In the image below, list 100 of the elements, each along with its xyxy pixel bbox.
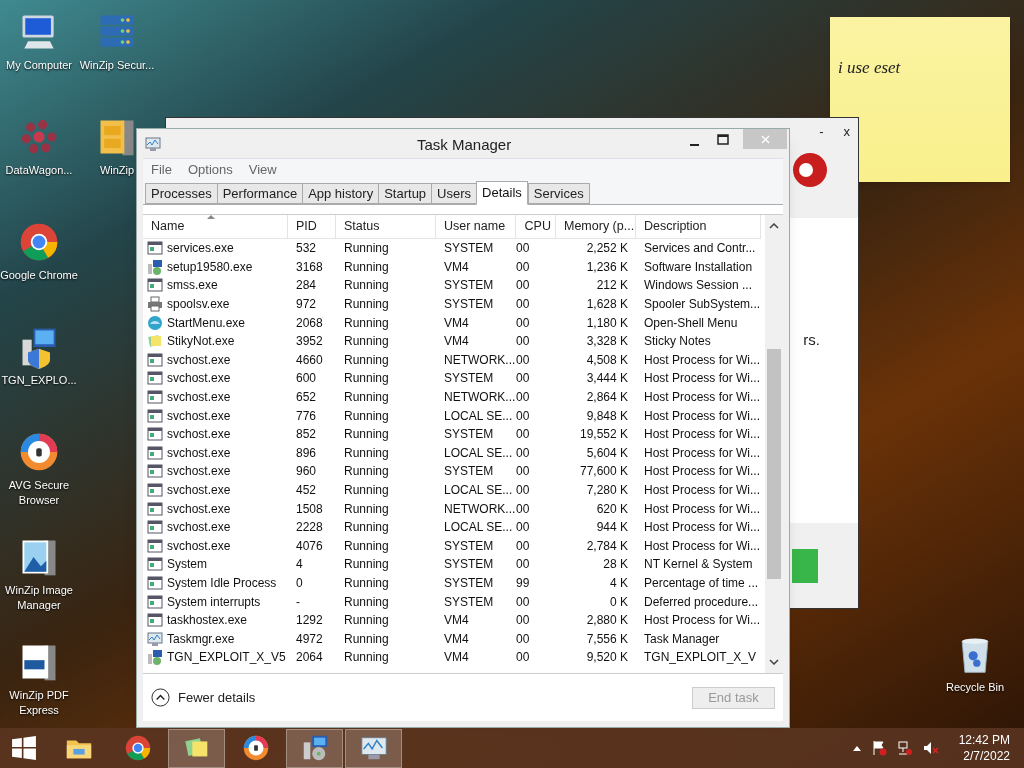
table-cell: svchost.exe [143,536,288,556]
table-cell-text: LOCAL SE... [443,482,514,499]
speaker-muted-icon[interactable] [922,740,939,756]
table-cell-text: Host Process for Wi... [643,612,761,630]
table-cell: svchost.exe [143,387,288,407]
desktop-icon-label[interactable]: WinZip Image Manager [0,583,78,613]
window-icon [147,351,163,368]
taskbar-button[interactable] [168,728,225,768]
column-header[interactable]: Status [336,215,436,238]
scroll-down-icon [769,659,779,665]
table-cell-text: SYSTEM [443,370,495,388]
window-icon [147,277,163,294]
column-header[interactable]: Memory (p... [556,215,636,238]
window-icon [147,612,163,629]
table-cell-text: Running [343,426,390,444]
table-cell-text: VM4 [443,630,470,648]
tab[interactable]: Services [527,183,590,204]
desktop-icon-label[interactable]: Recycle Bin [945,680,1005,695]
installer-icon [147,649,163,666]
table-cell-text: Host Process for Wi... [643,463,761,481]
window-icon [147,519,163,536]
window-icon [147,575,163,591]
table-cell-text: Running [343,333,390,351]
table-cell-text: 4076 [295,537,324,555]
column-header[interactable]: Name [143,215,288,238]
table-cell-text: 3952 [295,333,324,351]
column-header[interactable]: Description [636,215,761,238]
table-cell-text: 0 K [609,593,629,611]
tab[interactable]: Details [476,181,528,205]
window-icon [147,407,163,424]
table-cell-text: 7,280 K [585,482,629,499]
table-cell-text: Running [343,444,390,462]
table-cell-text: 00 [516,519,531,537]
tab[interactable]: Processes [145,183,218,204]
tab[interactable]: Startup [378,183,433,204]
desktop-icon-label[interactable]: My Computer [6,58,72,73]
table-cell-text: 452 [295,482,318,499]
menu-item[interactable]: View [248,160,277,180]
column-header[interactable]: PID [288,215,336,238]
menu-item[interactable]: Options [187,160,233,180]
desktop-icon-label[interactable]: TGN_EXPLO... [1,373,77,388]
table-cell-text: 1,180 K [585,314,629,332]
tab[interactable]: Users [431,183,478,204]
table-cell-text: 28 K [602,556,629,574]
desktop-icon-label[interactable]: DataWagon... [5,163,73,178]
table-cell-text: 4,508 K [585,351,629,369]
desktop-icon-label[interactable]: WinZip PDF Express [0,688,78,718]
taskbar-button[interactable] [286,728,343,768]
table-cell-text: 00 [516,426,531,444]
table-cell-text: VM4 [443,258,470,276]
window-icon [147,426,163,443]
scrollbar[interactable] [765,215,783,673]
table-cell-text: 00 [516,258,531,276]
table-cell-text: 00 [516,444,531,462]
close-button[interactable]: x [843,122,850,142]
scroll-thumb[interactable] [767,349,781,579]
table-cell-text: Running [343,389,390,407]
installer-icon [147,258,163,275]
flag-icon[interactable] [870,740,887,756]
desktop-icon-label[interactable]: Google Chrome [0,268,78,283]
table-cell: StikyNot.exe [143,331,288,351]
table-cell-text: 4972 [295,630,324,648]
table-cell-text: Percentage of time ... [643,575,760,592]
table-cell: taskhostex.exe [143,610,288,630]
table-cell-text: Running [343,240,390,258]
table-cell-text: 7,556 K [585,630,629,648]
table-cell-text: 00 [516,407,531,425]
table-cell-text: 4660 [295,351,324,369]
column-header[interactable]: CPU [516,215,556,238]
column-header[interactable]: User name [436,215,516,238]
window-icon [147,240,163,257]
network-icon[interactable] [896,740,913,756]
window-icon [147,389,163,406]
table-cell-text: Running [343,482,390,499]
tab[interactable]: Performance [216,183,304,204]
table-cell-text: 652 [295,389,318,407]
desktop-icon-label[interactable]: AVG Secure Browser [0,478,78,508]
table-cell-text: Running [343,296,390,314]
tab[interactable]: App history [302,183,380,204]
table-cell-text: NETWORK... [443,500,516,518]
window-icon [147,463,163,480]
window-icon [147,444,163,461]
table-cell-text: SYSTEM [443,593,495,611]
desktop-icon-label[interactable]: WinZip [99,163,135,178]
desktop-icon-label[interactable]: WinZip Secur... [79,58,155,73]
clock[interactable]: 12:42 PM 2/7/2022 [958,732,1010,764]
taskbar-button[interactable] [345,728,402,768]
maximize-icon[interactable] [717,134,729,146]
table-cell-text: 4 K [609,575,629,592]
table-cell-text: Running [343,649,390,667]
table-cell-text: 2068 [295,314,324,332]
show-hidden-icons-icon[interactable] [852,745,861,751]
minimize-button[interactable]: - [819,122,824,142]
table-cell-text: Open-Shell Menu [643,314,739,332]
table-cell-text: 1,628 K [585,296,629,314]
scroll-up-icon [769,223,779,229]
fewer-details-button[interactable]: Fewer details [151,687,256,708]
menu-item[interactable]: File [151,160,172,180]
table-cell-text: LOCAL SE... [443,407,514,425]
table-cell-text: 960 [295,463,318,481]
